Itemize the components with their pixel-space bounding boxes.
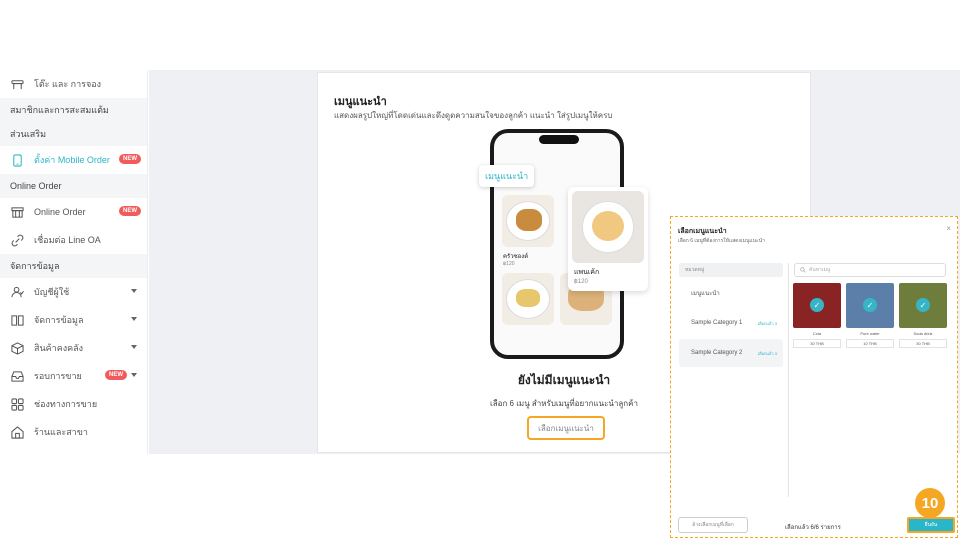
check-icon: ✓ bbox=[916, 298, 930, 312]
sidebar-item-label: Online Order bbox=[34, 207, 86, 217]
category-label: Sample Category 1 bbox=[691, 320, 743, 326]
category-list: หมวดหมู่ เมนูแนะนำ Sample Category 1 เลือก… bbox=[679, 263, 783, 367]
sidebar-item-label: ช่องทางการขาย bbox=[34, 399, 98, 409]
store-icon bbox=[10, 205, 24, 219]
croissant-image bbox=[502, 195, 554, 247]
select-menu-modal: เลือกเมนูแนะนำ เลือก 6 เมนูที่ต้องการให้… bbox=[670, 216, 958, 538]
grid-icon bbox=[10, 397, 24, 411]
product-price: 10 THB bbox=[846, 339, 894, 348]
category-label: Sample Category 2 bbox=[691, 350, 743, 356]
pancake-name: แพนเค้ก bbox=[574, 269, 600, 276]
chevron-down-icon bbox=[131, 345, 137, 349]
card-subtitle: แสดงผลรูปใหญ่ที่โดดเด่นและดึงดูดความสนใจ… bbox=[334, 111, 613, 120]
category-label: เมนูแนะนำ bbox=[691, 291, 720, 297]
sidebar-item[interactable]: เชื่อมต่อ Line OA bbox=[0, 226, 147, 254]
sidebar-item[interactable]: Online Order NEW bbox=[0, 198, 147, 226]
card-title: เมนูแนะนำ bbox=[334, 96, 387, 108]
new-badge: NEW bbox=[119, 154, 141, 164]
chevron-down-icon bbox=[131, 373, 137, 377]
sidebar-item[interactable]: รอบการขาย NEW bbox=[0, 362, 147, 390]
sidebar-item-label: รอบการขาย bbox=[34, 371, 82, 381]
sidebar-item[interactable]: ร้านและสาขา bbox=[0, 418, 147, 446]
home-icon bbox=[10, 425, 24, 439]
category-count: เลือกแล้ว 3 bbox=[757, 321, 777, 326]
reset-selection-button[interactable]: ล้างเลือกเมนูที่เลือก bbox=[678, 517, 748, 533]
phone-item-price: ฿120 bbox=[503, 261, 515, 267]
new-badge: NEW bbox=[105, 370, 127, 380]
sidebar-item[interactable]: จัดการข้อมูล bbox=[0, 306, 147, 334]
product-price: 30 THB bbox=[793, 339, 841, 348]
sidebar-item[interactable]: โต๊ะ และ การจอง bbox=[0, 70, 147, 98]
close-icon[interactable]: × bbox=[946, 224, 951, 233]
tablet-icon bbox=[10, 153, 24, 167]
sidebar-item-label: เชื่อมต่อ Line OA bbox=[34, 235, 101, 245]
phone-item-name: ครัวซองต์ bbox=[503, 254, 529, 260]
sidebar-item-label: บัญชีผู้ใช้ bbox=[34, 287, 70, 297]
pancake-card: แพนเค้ก ฿120 bbox=[568, 187, 648, 291]
check-icon: ✓ bbox=[863, 298, 877, 312]
product-name: Pure water bbox=[860, 331, 880, 336]
pancake-image bbox=[572, 191, 644, 263]
category-item[interactable]: เมนูแนะนำ bbox=[679, 279, 783, 307]
product-image: ✓ bbox=[793, 283, 841, 328]
sidebar-item-label: ตั้งค่า Mobile Order bbox=[34, 155, 110, 165]
pancake-price: ฿120 bbox=[574, 279, 588, 285]
category-header: หมวดหมู่ bbox=[679, 263, 783, 277]
product-card[interactable]: ✓ Soda drink 30 THB bbox=[899, 283, 947, 348]
confirm-button[interactable]: ยืนยัน bbox=[907, 517, 955, 533]
modal-subtitle: เลือก 6 เมนูที่ต้องการให้แสดงเมนูแนะนำ bbox=[678, 238, 765, 244]
sidebar-item[interactable]: ตั้งค่า Mobile Order NEW bbox=[0, 146, 147, 174]
screen: โต๊ะ และ การจองสมาชิกและการสะสมแต้ม ส่วนเ… bbox=[0, 0, 960, 540]
modal-title: เลือกเมนูแนะนำ bbox=[678, 228, 727, 235]
food-image bbox=[502, 273, 554, 325]
chevron-down-icon bbox=[131, 317, 137, 321]
step-number-badge: 10 bbox=[915, 488, 945, 518]
select-recommended-button[interactable]: เลือกเมนูแนะนำ bbox=[527, 416, 605, 440]
category-item[interactable]: Sample Category 2 เลือกแล้ว 3 bbox=[679, 339, 783, 367]
category-item[interactable]: Sample Category 1 เลือกแล้ว 3 bbox=[679, 309, 783, 337]
sidebar-item-label: จัดการข้อมูล bbox=[34, 315, 84, 325]
user-icon bbox=[10, 285, 24, 299]
sidebar-item-label: ร้านและสาขา bbox=[34, 427, 88, 437]
check-icon: ✓ bbox=[810, 298, 824, 312]
recommended-tag: เมนูแนะนำ bbox=[479, 165, 535, 187]
inbox-icon bbox=[10, 369, 24, 383]
product-name: Soda drink bbox=[913, 331, 933, 336]
new-badge: NEW bbox=[119, 206, 141, 216]
search-placeholder: ค้นหาเมนู bbox=[809, 267, 831, 273]
link-icon bbox=[10, 233, 24, 247]
product-card[interactable]: ✓ Cola 30 THB bbox=[793, 283, 841, 348]
search-input[interactable]: ค้นหาเมนู bbox=[794, 263, 946, 277]
sidebar: โต๊ะ และ การจองสมาชิกและการสะสมแต้ม ส่วนเ… bbox=[0, 70, 148, 454]
sidebar-section: Online Order bbox=[0, 174, 147, 198]
sidebar-item[interactable]: ช่องทางการขาย bbox=[0, 390, 147, 418]
book-icon bbox=[10, 313, 24, 327]
search-icon bbox=[800, 267, 806, 273]
sidebar-section: ส่วนเสริม bbox=[0, 122, 147, 146]
sidebar-section: สมาชิกและการสะสมแต้ม bbox=[0, 98, 147, 122]
product-name: Cola bbox=[812, 331, 822, 336]
sidebar-item[interactable]: สินค้าคงคลัง bbox=[0, 334, 147, 362]
box-icon bbox=[10, 341, 24, 355]
sidebar-item-label: สินค้าคงคลัง bbox=[34, 343, 84, 353]
product-image: ✓ bbox=[899, 283, 947, 328]
table-icon bbox=[10, 77, 24, 91]
product-card[interactable]: ✓ Pure water 10 THB bbox=[846, 283, 894, 348]
divider bbox=[788, 263, 789, 497]
sidebar-item-label: โต๊ะ และ การจอง bbox=[34, 79, 102, 89]
chevron-down-icon bbox=[131, 289, 137, 293]
sidebar-item[interactable]: บัญชีผู้ใช้ bbox=[0, 278, 147, 306]
phone-notch bbox=[539, 135, 579, 144]
sidebar-section: จัดการข้อมูล bbox=[0, 254, 147, 278]
product-price: 30 THB bbox=[899, 339, 947, 348]
category-count: เลือกแล้ว 3 bbox=[757, 351, 777, 356]
product-image: ✓ bbox=[846, 283, 894, 328]
selected-count: เลือกแล้ว 6/6 รายการ bbox=[785, 525, 841, 531]
